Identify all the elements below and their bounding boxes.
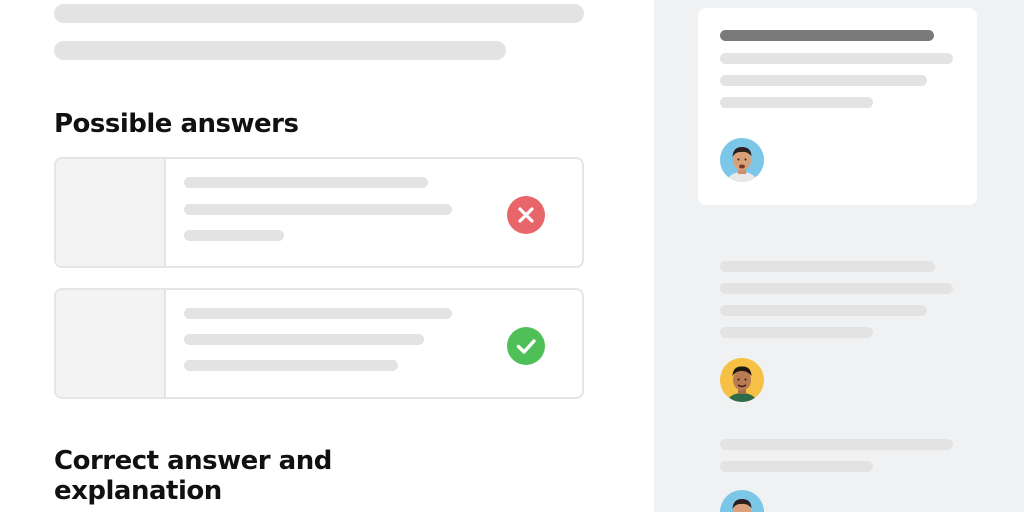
comment-text-line bbox=[720, 327, 873, 338]
comment-title-line bbox=[720, 30, 934, 41]
answer-text-line bbox=[184, 177, 428, 188]
answer-option-correct[interactable] bbox=[54, 288, 584, 399]
possible-answers-heading: Possible answers bbox=[54, 109, 299, 139]
user-avatar[interactable] bbox=[720, 490, 764, 512]
x-icon bbox=[507, 196, 545, 234]
comment-text-line bbox=[720, 53, 953, 64]
answer-text-line bbox=[184, 308, 452, 319]
answer-text-line bbox=[184, 360, 398, 371]
comment-card[interactable] bbox=[698, 8, 977, 205]
comment-text-line bbox=[720, 439, 953, 450]
comment-text-line bbox=[720, 305, 927, 316]
user-avatar[interactable] bbox=[720, 358, 764, 402]
question-text-line bbox=[54, 4, 584, 23]
answer-text-line bbox=[184, 204, 452, 215]
question-text-line bbox=[54, 41, 506, 60]
answer-option-incorrect[interactable] bbox=[54, 157, 584, 268]
comment-text-line bbox=[720, 75, 927, 86]
correct-answer-heading: Correct answer and explanation bbox=[54, 446, 332, 506]
answer-text-line bbox=[184, 334, 424, 345]
comment-text-line bbox=[720, 283, 953, 294]
answer-thumbnail bbox=[56, 159, 166, 266]
comment-text-line bbox=[720, 97, 873, 108]
answer-text-line bbox=[184, 230, 284, 241]
answer-thumbnail bbox=[56, 290, 166, 397]
question-pane: Possible answers Correct answer and expl… bbox=[0, 0, 654, 512]
comment-text-line bbox=[720, 461, 873, 472]
user-avatar[interactable] bbox=[720, 138, 764, 182]
comment-text-line bbox=[720, 261, 935, 272]
discussion-sidebar bbox=[654, 0, 1024, 512]
check-icon bbox=[507, 327, 545, 365]
